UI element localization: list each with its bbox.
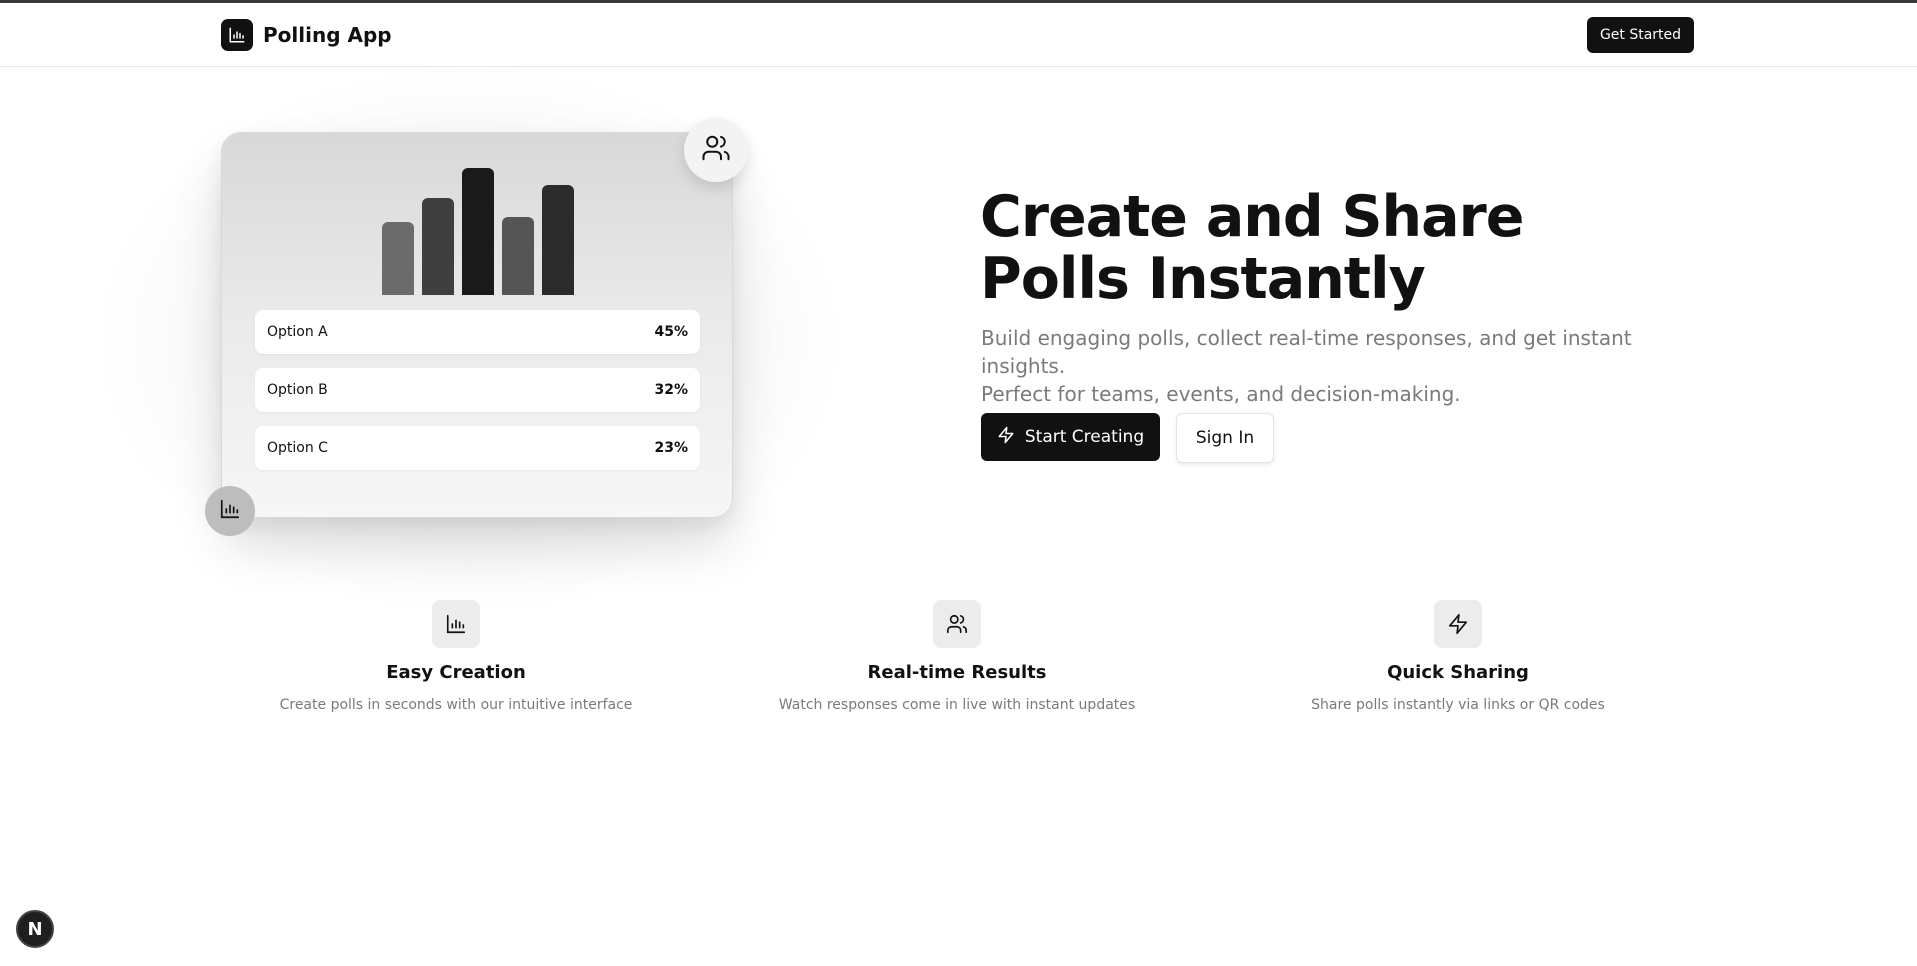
poll-option-c: Option C 23% (255, 426, 700, 470)
zap-icon (997, 426, 1015, 449)
feature-description: Share polls instantly via links or QR co… (1311, 697, 1605, 713)
chart-badge (205, 486, 255, 536)
feature-easy-creation: Easy Creation Create polls in seconds wi… (256, 600, 656, 713)
hero-title-line2: Polls Instantly (980, 246, 1426, 312)
option-label: Option C (267, 440, 328, 456)
site-header: Polling App Get Started (0, 3, 1917, 67)
users-icon (933, 600, 981, 648)
poll-option-b: Option B 32% (255, 368, 700, 412)
hero-title-line1: Create and Share (980, 184, 1524, 250)
feature-title: Easy Creation (386, 662, 526, 683)
preview-bar (502, 217, 534, 295)
poll-preview-card: Option A 45% Option B 32% Option C 23% (221, 132, 733, 518)
brand-name: Polling App (263, 23, 392, 47)
feature-description: Watch responses come in live with instan… (778, 697, 1136, 713)
option-percent: 23% (654, 440, 688, 456)
poll-option-a: Option A 45% (255, 310, 700, 354)
bar-chart-icon (221, 19, 253, 51)
preview-bar (462, 168, 494, 295)
sign-in-button[interactable]: Sign In (1176, 413, 1274, 463)
feature-real-time-results: Real-time Results Watch responses come i… (757, 600, 1157, 713)
feature-quick-sharing: Quick Sharing Share polls instantly via … (1258, 600, 1658, 713)
hero-subtitle-line1: Build engaging polls, collect real-time … (981, 326, 1632, 378)
users-icon (701, 133, 731, 167)
zap-icon (1434, 600, 1482, 648)
preview-bar (542, 184, 574, 295)
preview-bar (382, 221, 414, 295)
feature-title: Quick Sharing (1387, 662, 1529, 683)
brand[interactable]: Polling App (221, 19, 392, 51)
hero-title: Create and Share Polls Instantly (980, 186, 1680, 310)
dev-tools-badge[interactable]: N (16, 910, 54, 948)
option-percent: 45% (654, 324, 688, 340)
bar-chart-icon (432, 600, 480, 648)
option-label: Option A (267, 324, 328, 340)
get-started-button[interactable]: Get Started (1587, 17, 1694, 53)
hero-subtitle-line2: Perfect for teams, events, and decision-… (981, 382, 1461, 406)
option-percent: 32% (654, 382, 688, 398)
preview-bar-chart (222, 133, 734, 295)
start-creating-button[interactable]: Start Creating (981, 413, 1160, 461)
option-label: Option B (267, 382, 328, 398)
feature-title: Real-time Results (867, 662, 1047, 683)
bar-chart-icon (219, 498, 241, 524)
hero-subtitle: Build engaging polls, collect real-time … (981, 324, 1681, 408)
preview-bar (422, 197, 454, 295)
start-creating-label: Start Creating (1024, 427, 1145, 447)
feature-description: Create polls in seconds with our intuiti… (279, 697, 633, 713)
users-badge (684, 118, 748, 182)
